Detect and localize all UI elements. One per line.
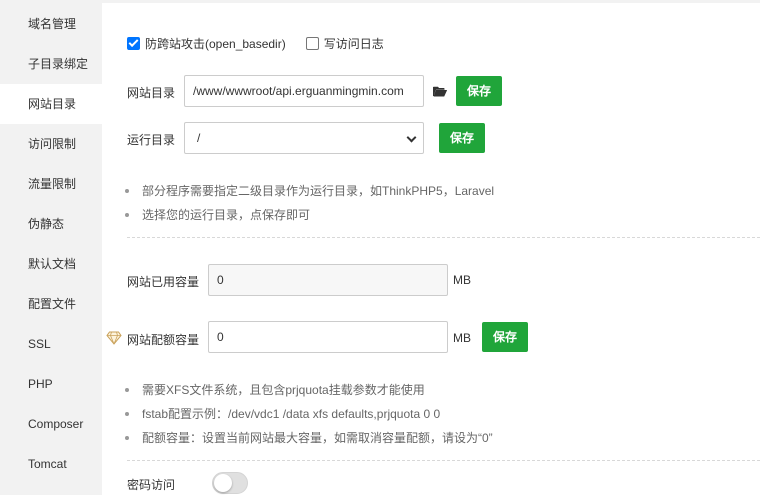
used-capacity-input[interactable]: 0 <box>208 264 448 296</box>
site-dir-label: 网站目录 <box>127 86 176 100</box>
list-item: 配额容量：设置当前网站最大容量，如需取消容量配额，请设为“0” <box>124 426 493 450</box>
sidebar-item-composer[interactable]: Composer <box>0 404 102 444</box>
access-log-checkbox[interactable]: 写访问日志 <box>305 35 384 52</box>
password-access-label: 密码访问 <box>127 478 176 492</box>
site-dir-input[interactable]: /www/wwwroot/api.erguanmingmin.com <box>184 75 424 107</box>
run-dir-save-button[interactable]: 保存 <box>439 123 485 153</box>
checkbox-checked-icon[interactable] <box>127 37 140 50</box>
main-panel: 防跨站攻击(open_basedir) 写访问日志 网站目录 /www/wwwr… <box>102 0 760 495</box>
quota-capacity-input[interactable]: 0 <box>208 321 448 353</box>
section-divider <box>127 460 760 461</box>
quota-capacity-unit: MB <box>453 331 471 345</box>
gem-icon <box>106 331 122 345</box>
quota-capacity-label: 网站配额容量 <box>127 333 200 347</box>
checkbox-unchecked-icon[interactable] <box>305 37 319 50</box>
list-item: fstab配置示例：/dev/vdc1 /data xfs defaults,p… <box>124 402 493 426</box>
options-row: 防跨站攻击(open_basedir) 写访问日志 <box>127 35 404 52</box>
access-log-label: 写访问日志 <box>323 37 384 51</box>
open-basedir-label: 防跨站攻击(open_basedir) <box>145 37 286 51</box>
sidebar-item-subdir[interactable]: 子目录绑定 <box>0 44 102 84</box>
sidebar-item-php[interactable]: PHP <box>0 364 102 404</box>
site-dir-save-button[interactable]: 保存 <box>456 76 502 106</box>
quota-save-button[interactable]: 保存 <box>482 322 528 352</box>
sidebar-item-site-dir[interactable]: 网站目录 <box>0 84 102 124</box>
sidebar-item-default-doc[interactable]: 默认文档 <box>0 244 102 284</box>
sidebar-item-rewrite[interactable]: 伪静态 <box>0 204 102 244</box>
quota-tips-list: 需要XFS文件系统，且包含prjquota挂载参数才能使用 fstab配置示例：… <box>124 378 493 450</box>
chevron-down-icon <box>406 132 417 143</box>
sidebar-item-traffic-limit[interactable]: 流量限制 <box>0 164 102 204</box>
used-capacity-unit: MB <box>453 273 471 287</box>
list-item: 部分程序需要指定二级目录作为运行目录，如ThinkPHP5，Laravel <box>124 179 494 203</box>
sidebar: 域名管理 子目录绑定 网站目录 访问限制 流量限制 伪静态 默认文档 配置文件 … <box>0 0 102 495</box>
section-divider <box>127 237 760 238</box>
run-dir-select[interactable]: / <box>184 122 424 154</box>
toggle-knob <box>214 474 232 492</box>
sidebar-item-config[interactable]: 配置文件 <box>0 284 102 324</box>
dir-tips-list: 部分程序需要指定二级目录作为运行目录，如ThinkPHP5，Laravel 选择… <box>124 179 494 227</box>
used-capacity-label: 网站已用容量 <box>127 275 200 289</box>
password-access-toggle[interactable] <box>212 472 248 494</box>
sidebar-item-access-limit[interactable]: 访问限制 <box>0 124 102 164</box>
run-dir-label: 运行目录 <box>127 133 176 147</box>
list-item: 选择您的运行目录，点保存即可 <box>124 203 494 227</box>
open-basedir-checkbox[interactable]: 防跨站攻击(open_basedir) <box>127 35 286 52</box>
top-divider <box>102 0 760 3</box>
folder-open-icon[interactable] <box>433 86 447 97</box>
sidebar-item-ssl[interactable]: SSL <box>0 324 102 364</box>
run-dir-selected: / <box>197 131 201 145</box>
list-item: 需要XFS文件系统，且包含prjquota挂载参数才能使用 <box>124 378 493 402</box>
sidebar-item-domain[interactable]: 域名管理 <box>0 4 102 44</box>
sidebar-item-tomcat[interactable]: Tomcat <box>0 444 102 484</box>
